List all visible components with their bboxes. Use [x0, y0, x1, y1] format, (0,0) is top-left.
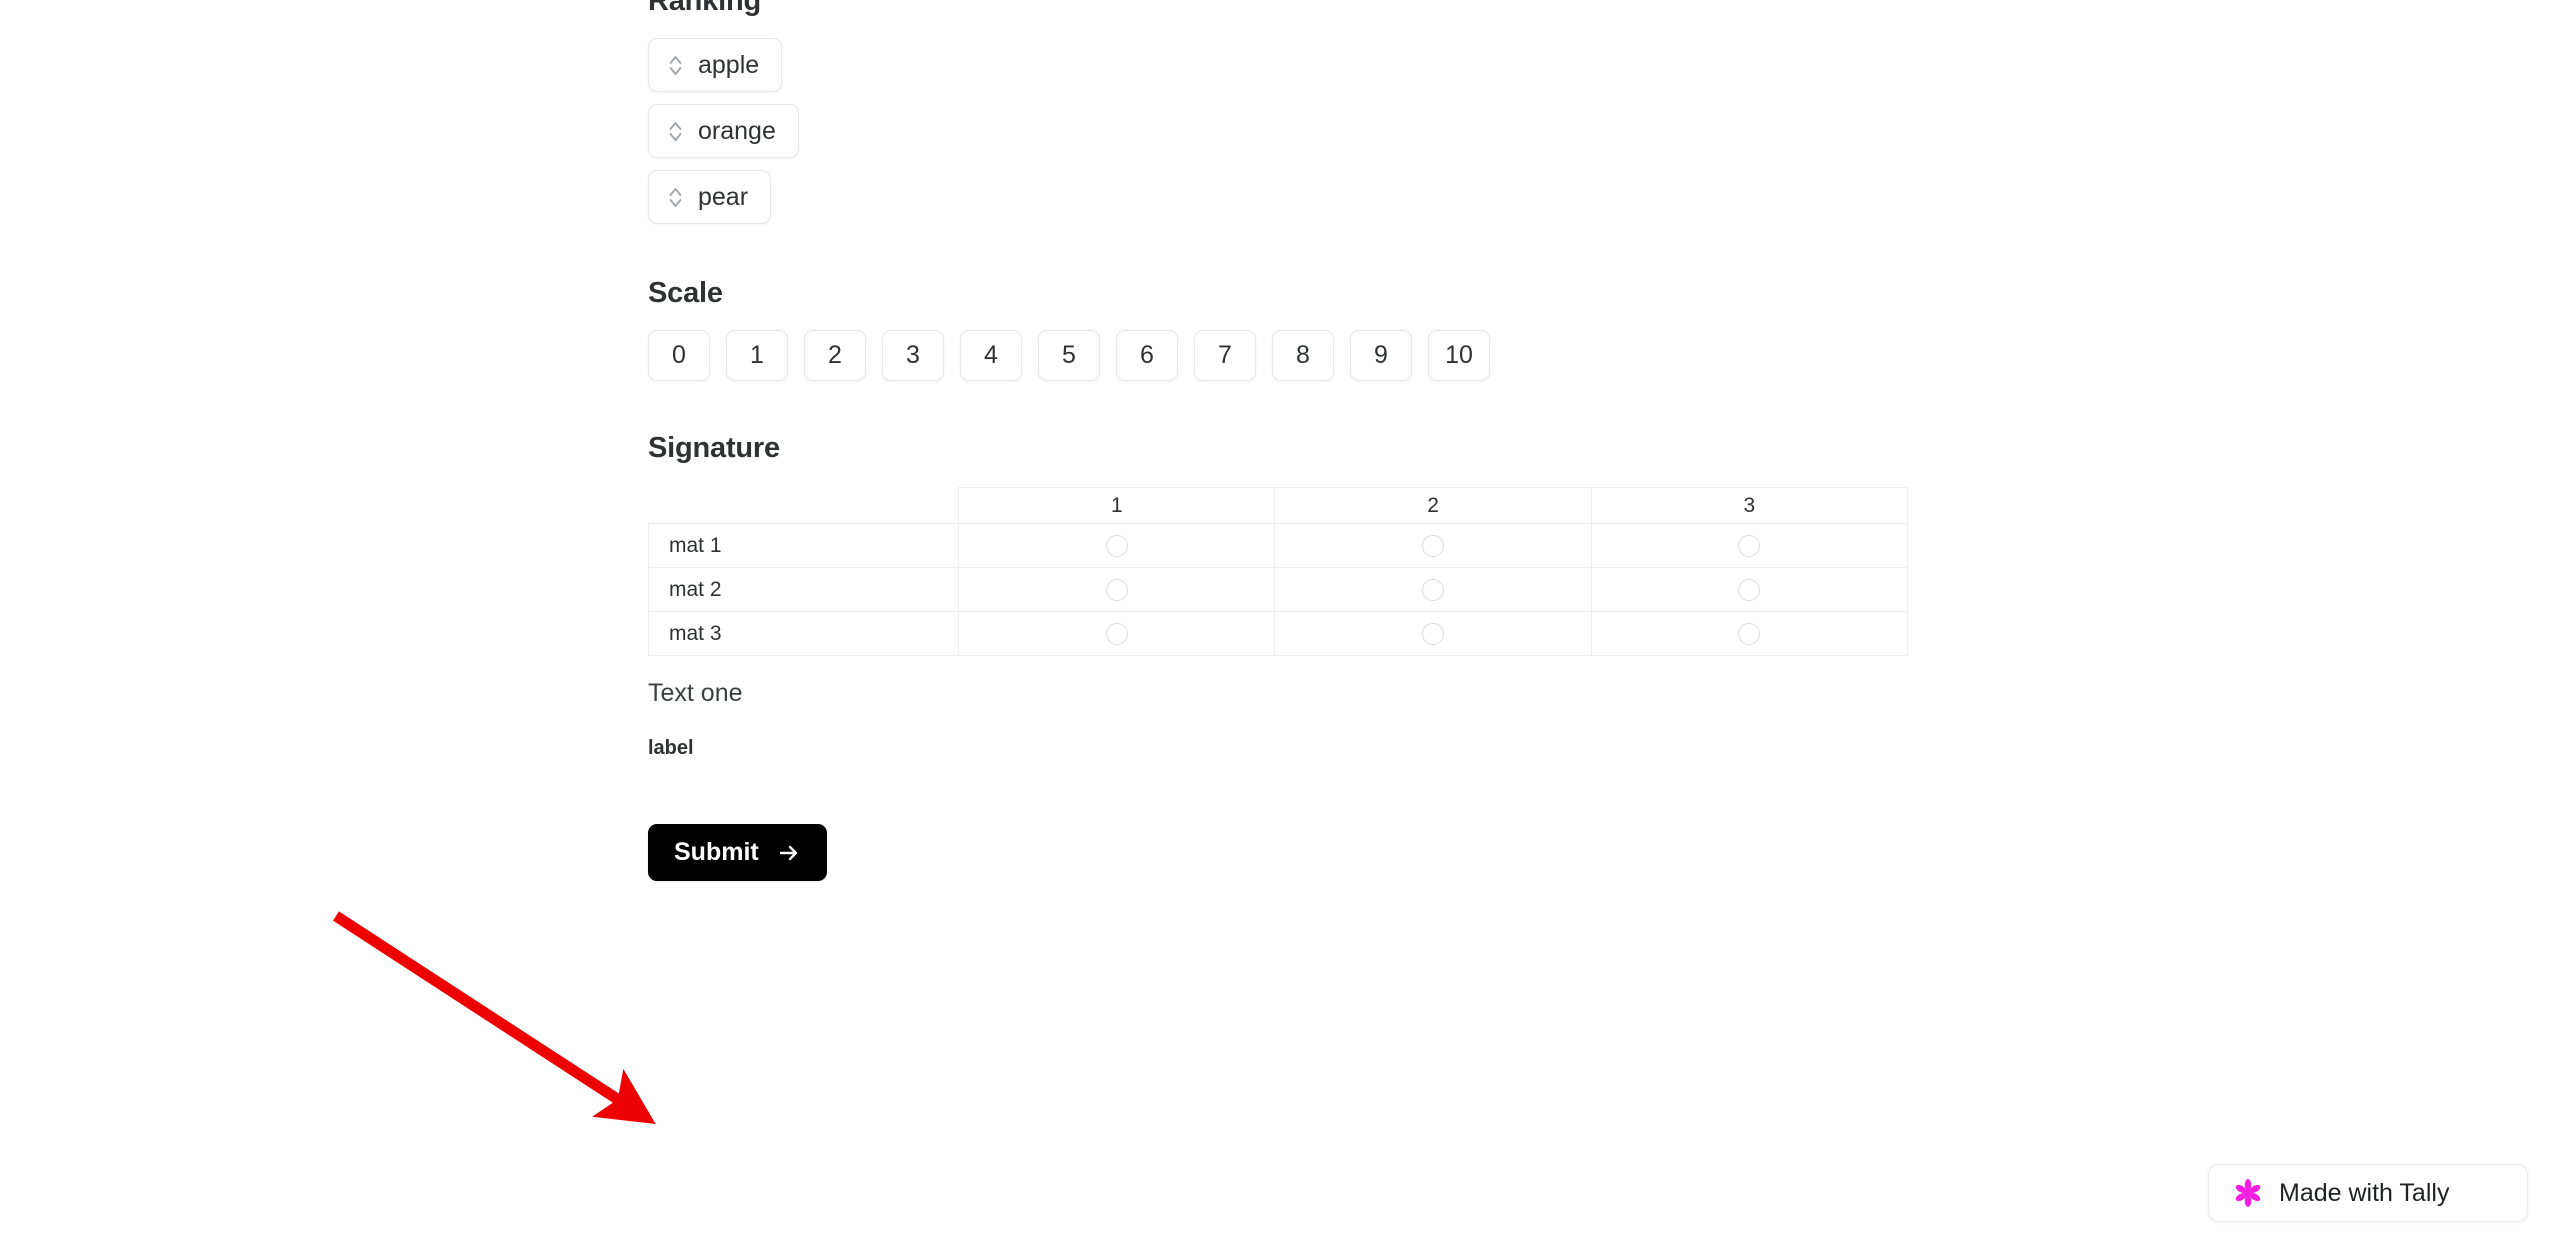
scale-option-7[interactable]: 7 [1194, 330, 1256, 381]
table-row: mat 3 [647, 611, 1909, 656]
matrix-row-label: mat 2 [647, 567, 960, 612]
signature-title: Signature [648, 432, 780, 464]
scale-option-6[interactable]: 6 [1116, 330, 1178, 381]
table-row: mat 2 [647, 567, 1909, 612]
matrix-table: 1 2 3 mat 1 mat 2 mat 3 [647, 487, 1909, 656]
matrix-radio-mat1-2[interactable] [1422, 534, 1445, 557]
matrix-radio-mat2-1[interactable] [1105, 578, 1128, 601]
ranking-item-label: orange [698, 117, 776, 145]
matrix-column-header-2: 2 [1274, 487, 1592, 524]
text-one-paragraph: Text one [648, 679, 743, 707]
matrix-cell[interactable] [958, 567, 1276, 612]
form-column: Ranking apple orange pear Scale 0 1 2 3 … [647, 0, 1948, 881]
matrix-cell[interactable] [958, 611, 1276, 656]
matrix-column-header-3: 3 [1590, 487, 1909, 524]
form-page: Ranking apple orange pear Scale 0 1 2 3 … [0, 0, 2560, 1260]
scale-option-4[interactable]: 4 [960, 330, 1022, 381]
scale-option-1[interactable]: 1 [726, 330, 788, 381]
matrix-head: 1 2 3 [648, 487, 1909, 524]
submit-wrap: Submit [648, 824, 1948, 881]
chevron-up-down-icon[interactable] [667, 54, 684, 77]
matrix-cell[interactable] [1274, 523, 1592, 568]
ranking-title: Ranking [648, 0, 761, 17]
scale-option-10[interactable]: 10 [1428, 330, 1490, 381]
matrix-radio-mat3-1[interactable] [1105, 622, 1128, 645]
matrix-radio-mat3-3[interactable] [1738, 622, 1761, 645]
matrix-cell[interactable] [1274, 567, 1592, 612]
scale-option-9[interactable]: 9 [1350, 330, 1412, 381]
matrix-cell[interactable] [1274, 611, 1592, 656]
matrix-cell[interactable] [1590, 567, 1909, 612]
matrix-corner-header [648, 487, 960, 524]
annotation-arrow-line [333, 911, 656, 1124]
tally-flower-icon [2235, 1179, 2261, 1207]
matrix-cell[interactable] [1590, 523, 1909, 568]
chevron-up-down-icon[interactable] [667, 186, 684, 209]
ranking-item-label: pear [698, 183, 749, 211]
bold-label-text: label [648, 737, 694, 759]
submit-button-label: Submit [674, 838, 759, 866]
table-row: mat 1 [647, 523, 1909, 568]
ranking-section: Ranking apple orange pear [648, 0, 1948, 224]
made-with-tally-badge[interactable]: Made with Tally [2208, 1164, 2528, 1222]
matrix-row-label: mat 3 [647, 611, 960, 656]
matrix-cell[interactable] [958, 523, 1276, 568]
scale-option-5[interactable]: 5 [1038, 330, 1100, 381]
ranking-item-orange[interactable]: orange [648, 104, 799, 158]
matrix-body: mat 1 mat 2 mat 3 [647, 523, 1909, 656]
matrix-cell[interactable] [1590, 611, 1909, 656]
ranking-item-apple[interactable]: apple [648, 38, 783, 92]
scale-option-3[interactable]: 3 [882, 330, 944, 381]
chevron-up-down-icon[interactable] [667, 120, 684, 143]
scale-option-0[interactable]: 0 [648, 330, 710, 381]
matrix-radio-mat2-2[interactable] [1422, 578, 1445, 601]
matrix-radio-mat3-2[interactable] [1422, 622, 1445, 645]
ranking-item-pear[interactable]: pear [648, 170, 772, 224]
arrow-right-icon [779, 845, 797, 860]
ranking-item-label: apple [698, 51, 760, 79]
matrix-row-label: mat 1 [647, 523, 960, 568]
signature-section: Signature 1 2 3 mat 1 mat 2 mat 3 [647, 429, 1948, 656]
matrix-radio-mat2-3[interactable] [1738, 578, 1761, 601]
ranking-list: apple orange pear [648, 38, 1948, 224]
submit-button[interactable]: Submit [648, 824, 827, 881]
matrix-radio-mat1-1[interactable] [1105, 534, 1128, 557]
scale-title: Scale [648, 277, 723, 309]
scale-option-2[interactable]: 2 [804, 330, 866, 381]
matrix-radio-mat1-3[interactable] [1738, 534, 1761, 557]
matrix-column-header-1: 1 [958, 487, 1276, 524]
made-with-tally-label: Made with Tally [2279, 1179, 2450, 1207]
matrix-header-row: 1 2 3 [648, 487, 1909, 524]
scale-option-8[interactable]: 8 [1272, 330, 1334, 381]
scale-options: 0 1 2 3 4 5 6 7 8 9 10 [648, 330, 1948, 381]
scale-section: Scale 0 1 2 3 4 5 6 7 8 9 10 [648, 274, 1948, 381]
ranking-list-wrap: apple orange pear [648, 38, 1948, 224]
